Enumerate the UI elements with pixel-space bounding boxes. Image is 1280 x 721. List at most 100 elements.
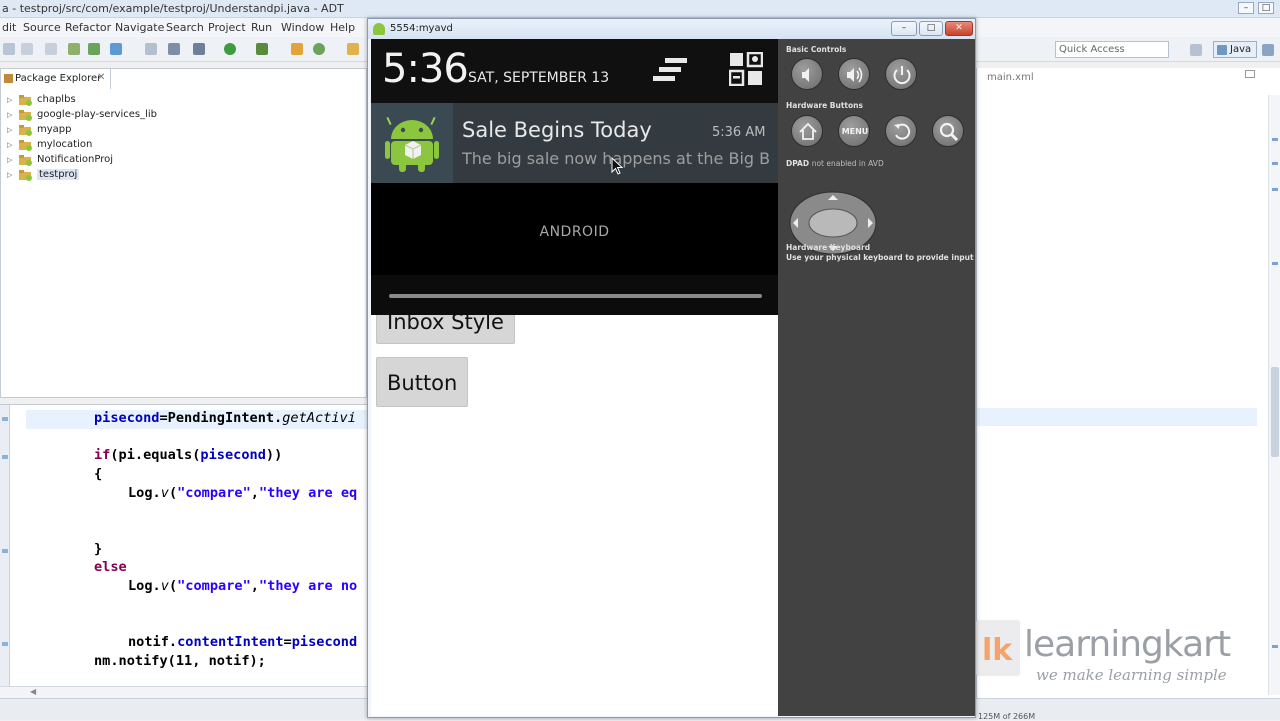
- learningkart-logo-icon: lk: [976, 620, 1020, 676]
- change-marker: [2, 549, 8, 553]
- emulator-maximize-button[interactable]: □: [919, 21, 943, 36]
- expand-arrow-icon[interactable]: ▷: [7, 96, 12, 104]
- android-app-icon: [385, 116, 439, 172]
- scroll-left-icon[interactable]: ◀: [30, 687, 36, 696]
- menu-navigate[interactable]: Navigate: [115, 21, 164, 34]
- shade-drag-handle[interactable]: [389, 294, 762, 298]
- expand-arrow-icon[interactable]: ▷: [7, 111, 12, 119]
- volume-up-button[interactable]: [838, 58, 870, 90]
- project-folder-icon: [19, 110, 32, 121]
- home-icon: [799, 122, 817, 140]
- external-tools-icon[interactable]: [256, 43, 268, 55]
- editor-vertical-scrollbar[interactable]: [1268, 95, 1280, 695]
- home-button[interactable]: [791, 115, 823, 147]
- tree-item-label: myapp: [37, 124, 72, 135]
- search-button[interactable]: [932, 115, 964, 147]
- menu-window[interactable]: Window: [281, 21, 324, 34]
- save-icon[interactable]: [21, 43, 33, 55]
- emulator-minimize-button[interactable]: –: [891, 21, 917, 36]
- code-line: Log.v("compare","they are no: [128, 578, 358, 594]
- change-marker: [2, 455, 8, 459]
- ddms-perspective-icon[interactable]: [1262, 44, 1274, 56]
- scroll-thumb[interactable]: [1271, 367, 1279, 457]
- new-android-project-icon[interactable]: [145, 43, 157, 55]
- quick-settings-icon[interactable]: [729, 52, 763, 86]
- tools-icon[interactable]: [168, 43, 180, 55]
- keyboard-note: Use your physical keyboard to provide in…: [786, 253, 974, 262]
- close-icon[interactable]: ✕: [97, 72, 105, 83]
- basic-controls-label: Basic Controls: [786, 45, 847, 54]
- notification-shade: 5:36 SAT, SEPTEMBER 13 Sale Begins Today…: [371, 39, 778, 315]
- new-class-icon[interactable]: [291, 43, 303, 55]
- expand-arrow-icon[interactable]: ▷: [7, 156, 12, 164]
- power-button[interactable]: [885, 58, 917, 90]
- change-marker: [2, 417, 8, 421]
- watermark-tagline: we make learning simple: [1036, 666, 1227, 684]
- back-button[interactable]: [885, 115, 917, 147]
- menu-button-label: MENU: [841, 127, 869, 136]
- editor-horizontal-scrollbar[interactable]: ◀: [0, 686, 367, 698]
- lint-icon[interactable]: [110, 43, 122, 55]
- new-icon[interactable]: [3, 43, 15, 55]
- date: SAT, SEPTEMBER 13: [468, 70, 610, 86]
- menu-project[interactable]: Project: [208, 21, 246, 34]
- package-explorer-label: Package Explorer: [15, 73, 102, 84]
- overview-marker: [1272, 188, 1278, 191]
- menu-button[interactable]: MENU: [838, 115, 870, 147]
- menu-source[interactable]: Source: [23, 21, 61, 34]
- java-perspective-button[interactable]: Java: [1213, 41, 1257, 58]
- phone-screen: Inbox Style Button 5:36 SAT, SEPTEMBER 1…: [371, 39, 778, 716]
- volume-down-button[interactable]: [791, 58, 823, 90]
- project-folder-icon: [19, 140, 32, 151]
- ide-minimize-button[interactable]: –: [1238, 2, 1254, 14]
- overview-marker: [1272, 138, 1278, 141]
- tree-item-label: google-play-services_lib: [37, 109, 158, 120]
- hardware-buttons-label: Hardware Buttons: [786, 101, 863, 110]
- tree-item-label: testproj: [37, 169, 80, 180]
- emulator-close-button[interactable]: ✕: [945, 21, 973, 36]
- java-code-editor[interactable]: pisecond=PendingIntent.getActivi if(pi.e…: [0, 404, 367, 686]
- button[interactable]: Button: [376, 357, 469, 407]
- ide-title-bar: a - testproj/src/com/example/testproj/Un…: [0, 0, 1280, 18]
- menu-edit[interactable]: dit: [2, 21, 16, 34]
- emulator-window: 5554:myavd – □ ✕ Inbox Style Button 5:36…: [367, 18, 976, 718]
- notification-time: 5:36 AM: [712, 125, 766, 140]
- shade-header: 5:36 SAT, SEPTEMBER 13: [371, 39, 778, 103]
- minimize-view-icon[interactable]: [1245, 70, 1255, 78]
- package-explorer-tab[interactable]: Package Explorer ✕: [1, 69, 111, 89]
- save-all-icon[interactable]: [45, 43, 57, 55]
- menu-help[interactable]: Help: [330, 21, 355, 34]
- clock: 5:36: [382, 46, 469, 92]
- open-perspective-icon[interactable]: [1190, 44, 1202, 56]
- expand-arrow-icon[interactable]: ▷: [7, 126, 12, 134]
- learningkart-watermark: lk learningkart we make learning simple: [976, 618, 1240, 690]
- code-line: {: [94, 466, 103, 482]
- java-perspective-label: Java: [1230, 44, 1252, 55]
- run-icon[interactable]: [224, 43, 236, 55]
- expand-arrow-icon[interactable]: ▷: [7, 141, 12, 149]
- debug-icon[interactable]: [193, 43, 205, 55]
- project-folder-icon: [19, 155, 32, 166]
- android-sdk-icon[interactable]: [68, 43, 80, 55]
- menu-refactor[interactable]: Refactor: [65, 21, 111, 34]
- main-xml-tab[interactable]: main.xml: [987, 72, 1034, 83]
- menu-search[interactable]: Search: [166, 21, 204, 34]
- tree-item-label: mylocation: [37, 139, 93, 150]
- open-folder-icon[interactable]: [347, 43, 359, 55]
- avd-manager-icon[interactable]: [88, 43, 100, 55]
- clear-all-icon[interactable]: [649, 57, 689, 87]
- menu-run[interactable]: Run: [251, 21, 272, 34]
- overview-marker: [1272, 645, 1278, 648]
- volume-down-icon: [802, 68, 809, 82]
- expand-arrow-icon[interactable]: ▷: [7, 171, 12, 179]
- editor-gutter: [0, 405, 10, 686]
- code-line: Log.v("compare","they are eq: [128, 485, 358, 501]
- package-explorer-panel: Package Explorer ✕ ▷ chaplbs ▷ google-pl…: [0, 68, 367, 398]
- quick-access-field[interactable]: Quick Access: [1055, 41, 1169, 58]
- notification-card[interactable]: Sale Begins Today 5:36 AM The big sale n…: [371, 103, 778, 183]
- code-line: nm.notify(11, notif);: [94, 653, 266, 669]
- new-package-icon[interactable]: [313, 43, 325, 55]
- current-line-highlight: [977, 408, 1257, 426]
- ide-maximize-button[interactable]: □: [1258, 2, 1274, 14]
- emulator-title-bar[interactable]: 5554:myavd – □ ✕: [368, 19, 975, 39]
